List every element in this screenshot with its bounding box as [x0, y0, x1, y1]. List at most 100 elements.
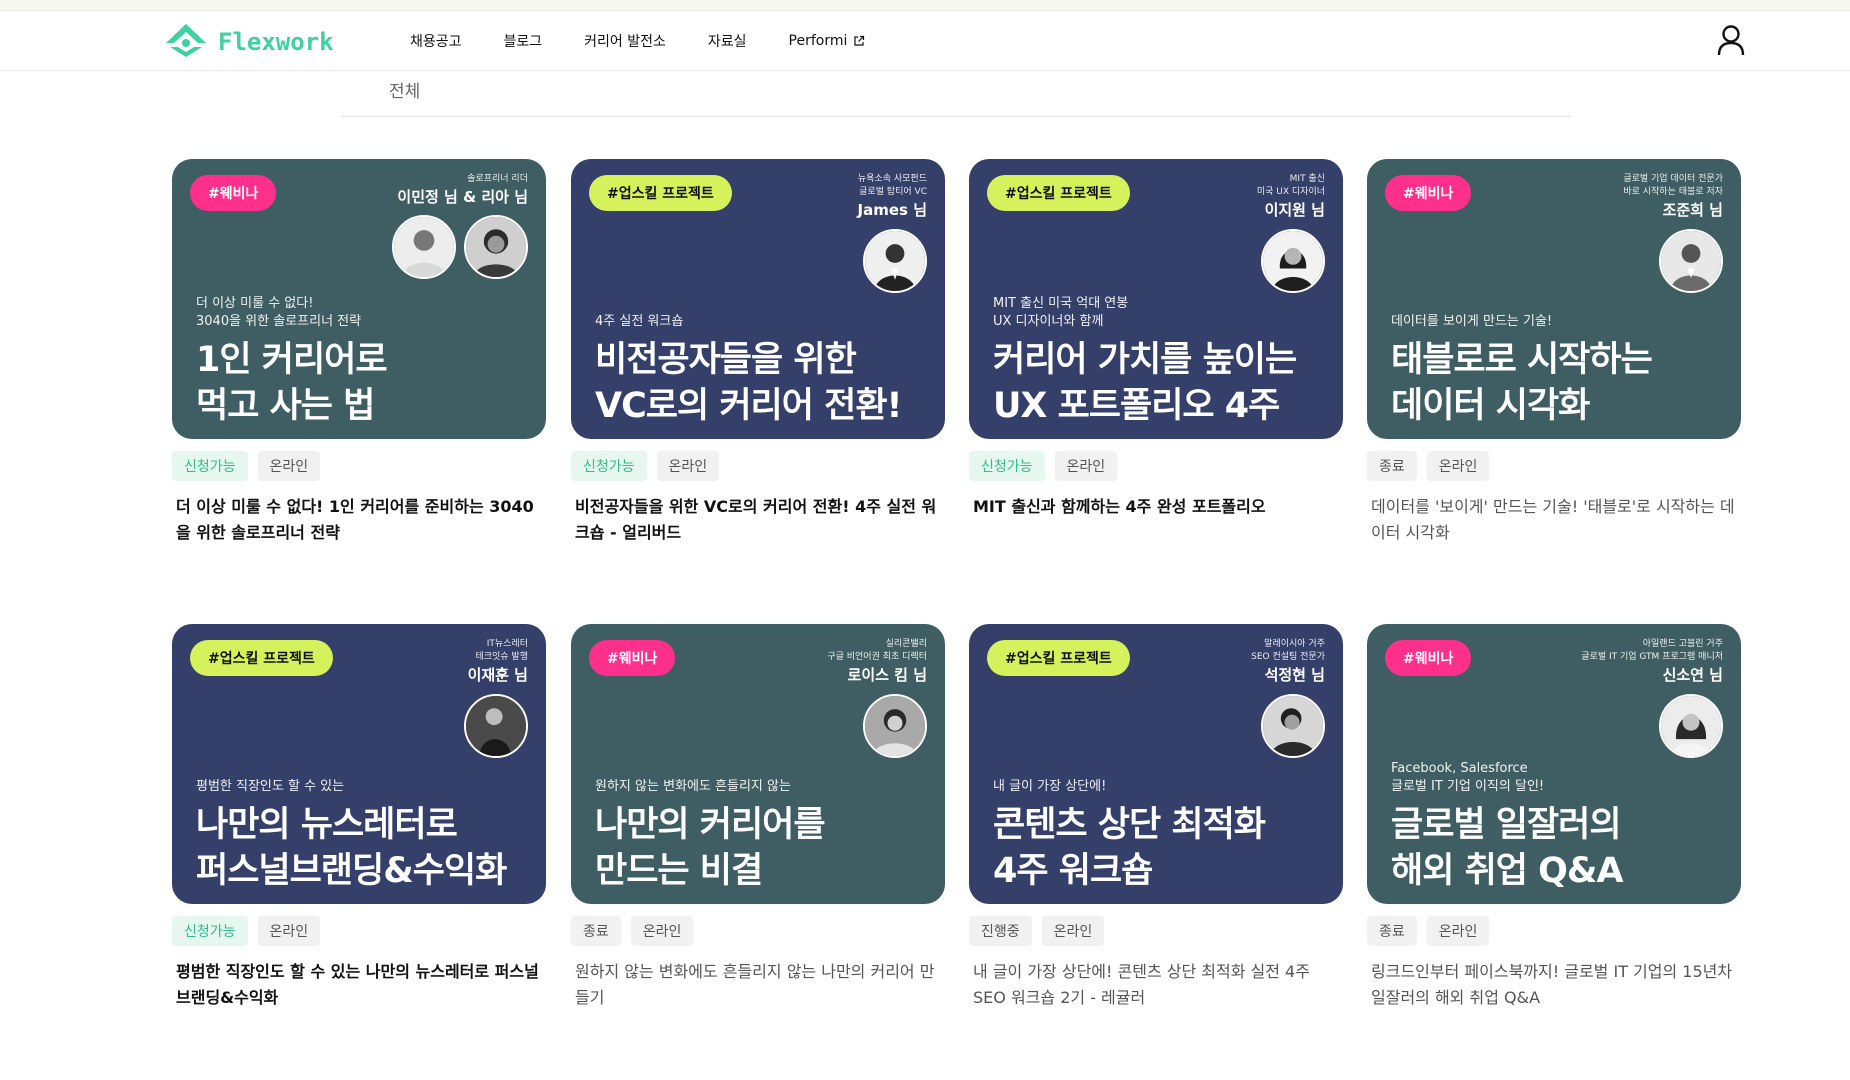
speaker-info: 글로벌 기업 데이터 전문가 바로 시작하는 태블로 저자 조준희 님: [1623, 173, 1723, 221]
avatar: [464, 215, 528, 279]
event-thumbnail: #웨비나 글로벌 기업 데이터 전문가 바로 시작하는 태블로 저자 조준희 님…: [1367, 159, 1741, 439]
event-thumbnail: #업스킬 프로젝트 말레이시아 거주 SEO 컨설팅 전문가 석정현 님 내 글…: [969, 624, 1343, 904]
status-badge: 신청가능: [172, 451, 248, 481]
nav-item-label: Performi: [788, 33, 848, 49]
mode-badge: 온라인: [1426, 451, 1490, 481]
avatar: [1659, 694, 1723, 758]
logo[interactable]: Flexwork: [162, 23, 334, 61]
event-card[interactable]: #업스킬 프로젝트 말레이시아 거주 SEO 컨설팅 전문가 석정현 님 내 글…: [969, 624, 1343, 1011]
tab-all[interactable]: 전체: [389, 77, 420, 102]
user-icon[interactable]: [1716, 24, 1746, 56]
card-title[interactable]: 내 글이 가장 상단에! 콘텐츠 상단 최적화 실전 4주 SEO 워크숍 2기…: [969, 959, 1343, 1011]
speaker-name: 로이스 킴 님: [847, 666, 927, 684]
card-title[interactable]: 더 이상 미룰 수 없다! 1인 커리어를 준비하는 3040을 위한 솔로프리…: [172, 494, 546, 546]
avatar: [863, 694, 927, 758]
thumbnail-text: Facebook, Salesforce 글로벌 IT 기업 이직의 달인! 글…: [1391, 760, 1723, 894]
speaker-info: 솔로프리너 리더 이민정 님 & 리아 님: [397, 173, 528, 208]
thumbnail-subtitle: 4주 실전 워크숍: [595, 314, 684, 329]
speaker-name: 석정현 님: [1264, 666, 1325, 684]
top-strip: [0, 0, 1850, 11]
tag-list: 신청가능 온라인: [571, 451, 945, 481]
speaker-role: 글로벌 기업 데이터 전문가: [1623, 174, 1723, 184]
speaker-role: 글로벌 탑티어 VC: [859, 187, 927, 197]
thumbnail-title: 콘텐츠 상단 최적화 4주 워크숍: [993, 805, 1266, 891]
thumbnail-title: 커리어 가치를 높이는 UX 포트폴리오 4주: [993, 340, 1297, 426]
event-card[interactable]: #웨비나 솔로프리너 리더 이민정 님 & 리아 님 더 이상 미룰 수 없다!…: [172, 159, 546, 546]
thumbnail-title: 비전공자들을 위한 VC로의 커리어 전환!: [595, 340, 903, 426]
card-title[interactable]: 데이터를 '보이게' 만드는 기술! '태블로'로 시작하는 데이터 시각화: [1367, 494, 1741, 546]
thumbnail-subtitle: 더 이상 미룰 수 없다! 3040을 위한 솔로프리너 전략: [196, 296, 362, 329]
speaker-role: MIT 출신: [1289, 174, 1325, 184]
speaker-avatars: [863, 694, 927, 758]
thumbnail-text: 데이터를 보이게 만드는 기술! 태블로로 시작하는 데이터 시각화: [1391, 313, 1723, 429]
event-thumbnail: #업스킬 프로젝트 IT뉴스레터 테크잇슈 발행 이재훈 님 평범한 직장인도 …: [172, 624, 546, 904]
category-badge: #웨비나: [1385, 640, 1472, 676]
event-card[interactable]: #업스킬 프로젝트 뉴욕소속 사모펀드 글로벌 탑티어 VC James 님 4…: [571, 159, 945, 546]
flexwork-logo-icon: [162, 21, 210, 63]
status-badge: 신청가능: [571, 451, 647, 481]
avatar: [1261, 229, 1325, 293]
speaker-role: 구글 비언어권 최초 디렉터: [827, 652, 927, 662]
event-card[interactable]: #웨비나 실리콘밸리 구글 비언어권 최초 디렉터 로이스 킴 님 원하지 않는…: [571, 624, 945, 1011]
thumbnail-text: 내 글이 가장 상단에! 콘텐츠 상단 최적화 4주 워크숍: [993, 778, 1325, 894]
speaker-name: James 님: [857, 201, 927, 219]
speaker-avatars: [464, 694, 528, 758]
nav-item-label: 블로그: [503, 34, 543, 50]
speaker-info: 말레이시아 거주 SEO 컨설팅 전문가 석정현 님: [1251, 638, 1325, 686]
thumbnail-title: 나만의 뉴스레터로 퍼스널브랜딩&수익화: [196, 805, 507, 891]
avatar: [392, 215, 456, 279]
tag-list: 종료 온라인: [571, 916, 945, 946]
thumbnail-title: 1인 커리어로 먹고 사는 법: [196, 340, 388, 426]
speaker-role: 말레이시아 거주: [1264, 639, 1325, 649]
status-badge: 종료: [1367, 451, 1417, 481]
card-title[interactable]: 비전공자들을 위한 VC로의 커리어 전환! 4주 실전 워크숍 - 얼리버드: [571, 494, 945, 546]
tag-list: 진행중 온라인: [969, 916, 1343, 946]
speaker-avatars: [1659, 229, 1723, 293]
speaker-role: 미국 UX 디자이너: [1256, 187, 1325, 197]
status-badge: 신청가능: [969, 451, 1045, 481]
category-badge: #업스킬 프로젝트: [987, 640, 1130, 676]
nav-item-jobs[interactable]: 채용공고: [410, 31, 462, 51]
mode-badge: 온라인: [1054, 451, 1118, 481]
thumbnail-subtitle: 평범한 직장인도 할 수 있는: [196, 779, 345, 794]
thumbnail-text: MIT 출신 미국 억대 연봉 UX 디자이너와 함께 커리어 가치를 높이는 …: [993, 295, 1325, 429]
nav-item-career[interactable]: 커리어 발전소: [584, 31, 666, 51]
thumbnail-text: 평범한 직장인도 할 수 있는 나만의 뉴스레터로 퍼스널브랜딩&수익화: [196, 778, 528, 894]
nav-item-blog[interactable]: 블로그: [504, 31, 543, 51]
nav-item-resources[interactable]: 자료실: [708, 31, 747, 51]
event-thumbnail: #웨비나 솔로프리너 리더 이민정 님 & 리아 님 더 이상 미룰 수 없다!…: [172, 159, 546, 439]
avatar: [863, 229, 927, 293]
category-badge: #웨비나: [190, 175, 277, 211]
card-title[interactable]: 평범한 직장인도 할 수 있는 나만의 뉴스레터로 퍼스널 브랜딩&수익화: [172, 959, 546, 1011]
speaker-role: SEO 컨설팅 전문가: [1251, 652, 1325, 662]
speaker-name: 이재훈 님: [467, 666, 528, 684]
status-badge: 신청가능: [172, 916, 248, 946]
thumbnail-subtitle: MIT 출신 미국 억대 연봉 UX 디자이너와 함께: [993, 296, 1129, 329]
logo-text: Flexwork: [218, 28, 334, 56]
thumbnail-title: 글로벌 일잘러의 해외 취업 Q&A: [1391, 805, 1624, 891]
avatar: [1659, 229, 1723, 293]
nav-item-label: 커리어 발전소: [584, 34, 666, 50]
card-title[interactable]: 원하지 않는 변화에도 흔들리지 않는 나만의 커리어 만들기: [571, 959, 945, 1011]
category-badge: #업스킬 프로젝트: [987, 175, 1130, 211]
event-card[interactable]: #웨비나 글로벌 기업 데이터 전문가 바로 시작하는 태블로 저자 조준희 님…: [1367, 159, 1741, 546]
event-card[interactable]: #업스킬 프로젝트 MIT 출신 미국 UX 디자이너 이지원 님 MIT 출신…: [969, 159, 1343, 546]
event-card[interactable]: #업스킬 프로젝트 IT뉴스레터 테크잇슈 발행 이재훈 님 평범한 직장인도 …: [172, 624, 546, 1011]
card-title[interactable]: 링크드인부터 페이스북까지! 글로벌 IT 기업의 15년차 일잘러의 해외 취…: [1367, 959, 1741, 1011]
nav-item-performi[interactable]: Performi: [789, 33, 866, 49]
mode-badge: 온라인: [1041, 916, 1105, 946]
main-nav: 채용공고 블로그 커리어 발전소 자료실 Performi: [410, 11, 907, 71]
tag-list: 신청가능 온라인: [969, 451, 1343, 481]
event-thumbnail: #웨비나 실리콘밸리 구글 비언어권 최초 디렉터 로이스 킴 님 원하지 않는…: [571, 624, 945, 904]
speaker-avatars: [1659, 694, 1723, 758]
filter-tabs: 전체: [341, 71, 1571, 117]
speaker-name: 이지원 님: [1264, 201, 1325, 219]
card-title[interactable]: MIT 출신과 함께하는 4주 완성 포트폴리오: [969, 494, 1343, 546]
category-badge: #업스킬 프로젝트: [190, 640, 333, 676]
event-card[interactable]: #웨비나 아일랜드 고블린 거주 글로벌 IT 기업 GTM 프로그램 매니저 …: [1367, 624, 1741, 1011]
speaker-role: 바로 시작하는 태블로 저자: [1623, 187, 1723, 197]
site-header: Flexwork 채용공고 블로그 커리어 발전소 자료실 Performi: [0, 11, 1850, 71]
category-badge: #웨비나: [1385, 175, 1472, 211]
thumbnail-subtitle: Facebook, Salesforce 글로벌 IT 기업 이직의 달인!: [1391, 761, 1545, 794]
speaker-role: 뉴욕소속 사모펀드: [857, 174, 927, 184]
